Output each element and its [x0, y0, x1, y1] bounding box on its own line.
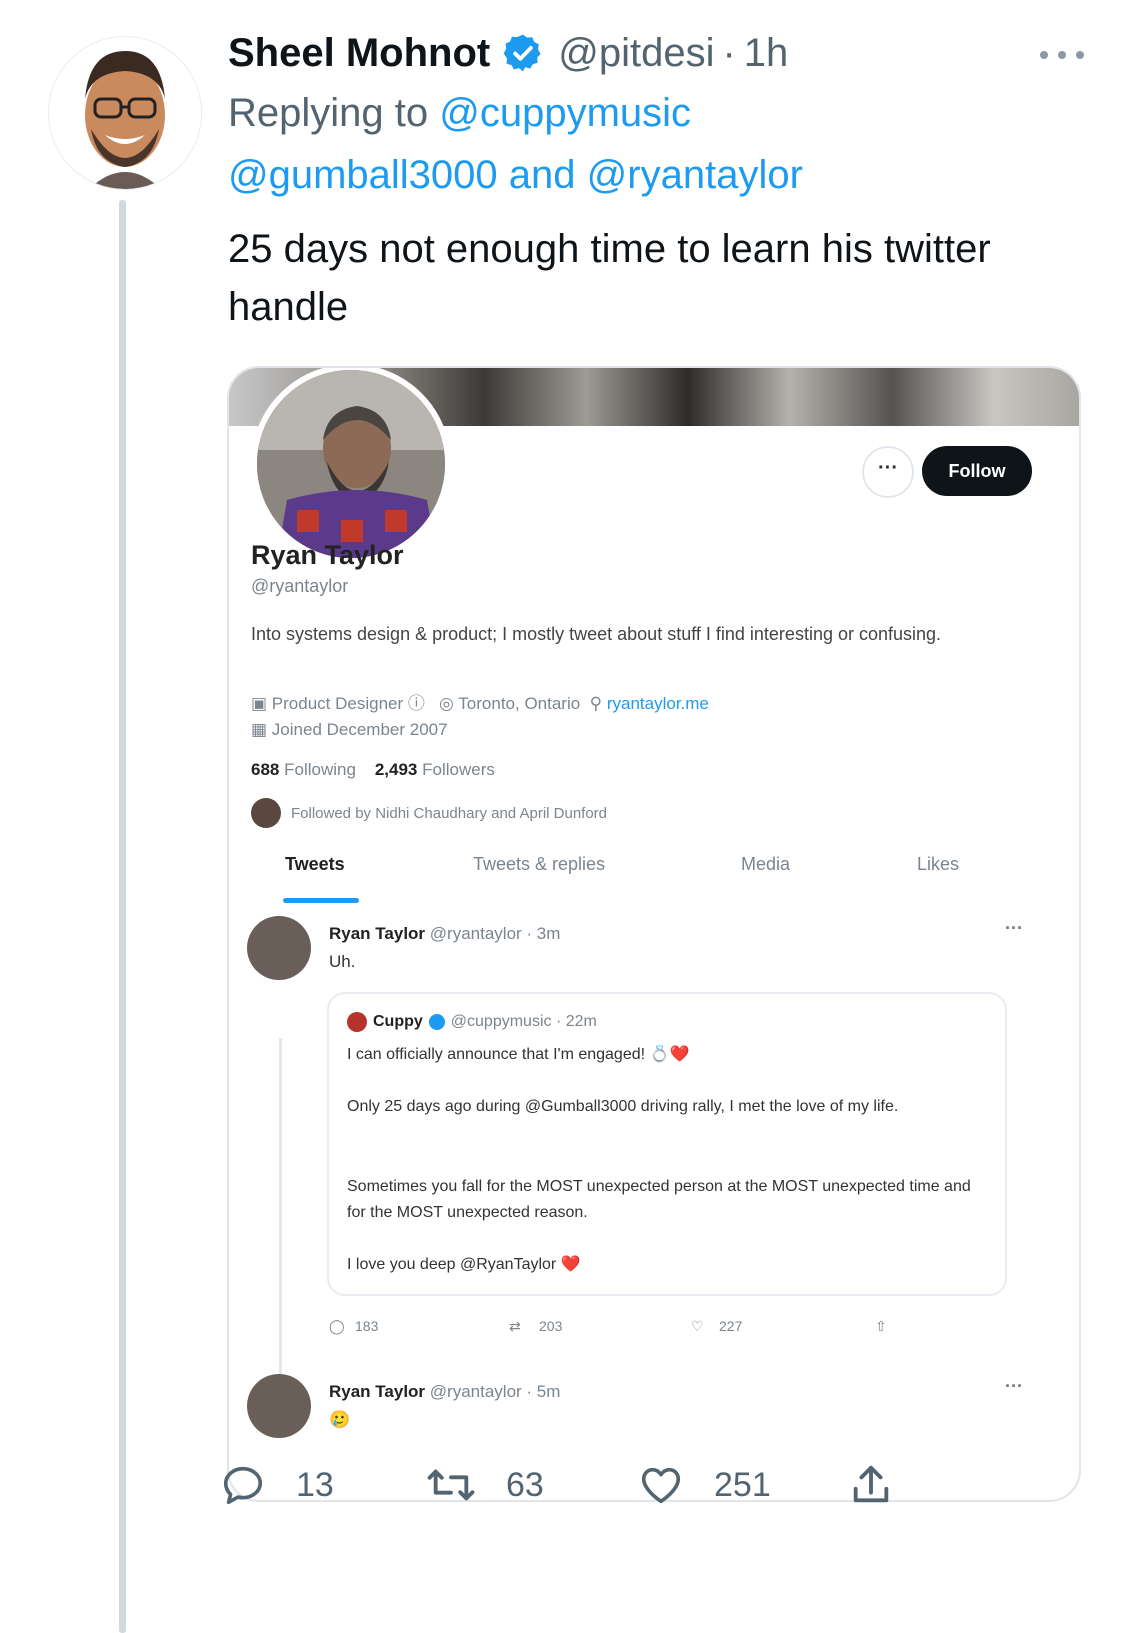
verified-badge-icon [502, 32, 544, 74]
author-display-name[interactable]: Sheel Mohnot [228, 31, 490, 76]
quoted-tweet: Cuppy @cuppymusic · 22m I can officially… [327, 992, 1007, 1296]
embedded-reply-icon: ◯ [329, 1318, 345, 1334]
tweet-header: Sheel Mohnot @pitdesi · 1h [228, 24, 1088, 82]
embedded-tweet-1-name: Ryan Taylor [329, 924, 426, 943]
quoted-tweet-line-4: I love you deep @RyanTaylor ❤️ [347, 1256, 581, 1273]
info-icon: ⓘ ◎ [407, 694, 459, 713]
embedded-tweet-2-meta: @ryantaylor · 5m [429, 1382, 561, 1401]
author-avatar[interactable] [48, 36, 202, 190]
embedded-like-count: 227 [719, 1318, 743, 1334]
embedded-tweet-2-name: Ryan Taylor [329, 1382, 426, 1401]
followed-by-avatar [251, 798, 281, 828]
quoted-tweet-header: Cuppy @cuppymusic · 22m [347, 1012, 597, 1032]
calendar-icon: ▦ [251, 720, 272, 739]
following-count: 688 [251, 760, 280, 779]
replying-to: Replying to @cuppymusic @gumball3000 and… [228, 82, 1088, 206]
reply-count: 13 [296, 1465, 334, 1504]
reply-mention-gumball3000[interactable]: @gumball3000 [228, 153, 498, 197]
reply-button[interactable]: 13 [220, 1462, 334, 1508]
embedded-tweet-2-more-icon: ··· [1005, 1376, 1023, 1396]
followed-by-text: Followed by Nidhi Chaudhary and April Du… [291, 804, 608, 822]
profile-website: ryantaylor.me [606, 694, 709, 713]
author-handle[interactable]: @pitdesi [558, 31, 714, 76]
embedded-retweet-icon: ⇄ [509, 1318, 521, 1334]
retweet-count: 63 [506, 1465, 544, 1504]
like-button[interactable]: 251 [638, 1462, 771, 1508]
followers-label: Followers [422, 760, 495, 779]
quoted-tweet-meta: @cuppymusic · 22m [450, 1013, 597, 1030]
embedded-retweet-count: 203 [539, 1318, 563, 1334]
quoted-tweet-avatar [347, 1012, 367, 1032]
embedded-tweet-1-more-icon: ··· [1005, 918, 1023, 938]
embedded-tweet-1-header: Ryan Taylor @ryantaylor · 3m [329, 924, 560, 944]
tab-likes: Likes [917, 854, 960, 874]
profile-follow-counts: 688 Following 2,493 Followers [251, 760, 495, 780]
heart-icon [641, 1467, 681, 1504]
profile-handle: @ryantaylor [251, 576, 349, 596]
quoted-tweet-line-2: Only 25 days ago during @Gumball3000 dri… [347, 1098, 899, 1115]
quoted-tweet-name: Cuppy [373, 1013, 423, 1030]
link-icon: ⚲ [584, 694, 607, 713]
embedded-share-icon: ⇧ [875, 1318, 887, 1334]
share-icon [853, 1465, 889, 1503]
active-tab-indicator [283, 898, 359, 903]
quoted-tweet-line-1: I can officially announce that I'm engag… [347, 1046, 690, 1063]
profile-more-button[interactable]: ··· [862, 446, 914, 498]
embedded-tweet-2-header: Ryan Taylor @ryantaylor · 5m [329, 1382, 560, 1402]
tweet-actions: 13 63 251 [220, 1462, 920, 1522]
retweet-icon [427, 1469, 475, 1501]
more-icon[interactable] [1032, 40, 1092, 70]
profile-occupation: Product Designer [271, 694, 404, 713]
tab-media: Media [741, 854, 791, 874]
embedded-thread-line [279, 1038, 282, 1408]
thread-connector-line [119, 200, 126, 1633]
followers-count: 2,493 [374, 760, 418, 779]
profile-bio: Into systems design & product; I mostly … [251, 624, 942, 644]
profile-joined: Joined December 2007 [271, 720, 448, 739]
like-count: 251 [714, 1465, 771, 1504]
embedded-tweet-2-avatar [247, 1374, 311, 1438]
embedded-reply-count: 183 [355, 1318, 379, 1334]
retweet-button[interactable]: 63 [426, 1462, 544, 1508]
briefcase-icon: ▣ [251, 694, 272, 713]
tweet-text: 25 days not enough time to learn his twi… [228, 227, 991, 329]
profile-name: Ryan Taylor [251, 540, 404, 570]
embedded-like-icon: ♡ [691, 1318, 704, 1334]
embedded-tweet-2-text: 🥲 [329, 1410, 351, 1429]
attached-image[interactable]: ··· Follow Ryan Taylor @ryantaylor Into … [227, 366, 1081, 1502]
follow-button[interactable]: Follow [922, 446, 1032, 496]
separator-dot: · [722, 30, 736, 75]
replying-prefix: Replying to [228, 91, 429, 135]
reply-and[interactable]: and [509, 153, 576, 197]
tab-tweets-replies: Tweets & replies [473, 854, 606, 874]
embedded-tweet-1-avatar [247, 916, 311, 980]
reply-icon [223, 1466, 263, 1505]
quoted-tweet-line-3: Sometimes you fall for the MOST unexpect… [347, 1178, 971, 1221]
embedded-tweet-1-text: Uh. [329, 952, 356, 971]
following-label: Following [284, 760, 356, 779]
tweet-timestamp[interactable]: 1h [744, 31, 789, 76]
tweet: Sheel Mohnot @pitdesi · 1h Replying to @… [228, 24, 1088, 336]
profile-location: Toronto, Ontario [458, 694, 581, 713]
followed-by: Followed by Nidhi Chaudhary and April Du… [251, 798, 607, 828]
profile-avatar [251, 368, 451, 564]
embedded-tweet-1-meta: @ryantaylor · 3m [429, 924, 561, 943]
embedded-tweet-1-actions: ◯ 183 ⇄ 203 ♡ 227 ⇧ [329, 1318, 1009, 1344]
quoted-verified-icon [428, 1014, 445, 1030]
reply-mention-cuppymusic[interactable]: @cuppymusic [439, 91, 691, 135]
tab-tweets: Tweets [285, 854, 345, 874]
reply-mention-ryantaylor[interactable]: @ryantaylor [587, 153, 803, 197]
share-button[interactable] [848, 1462, 924, 1508]
profile-meta: ▣ Product Designer ⓘ ◎ Toronto, Ontario … [251, 691, 1011, 743]
author-avatar-illustration [49, 37, 201, 189]
